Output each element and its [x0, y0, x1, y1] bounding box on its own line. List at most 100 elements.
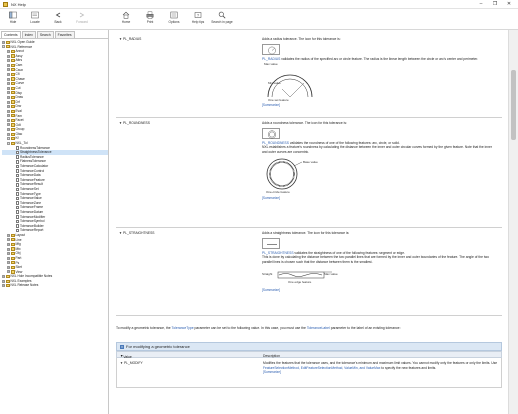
param-detail-link[interactable]: PL_RADIUS — [262, 57, 280, 61]
param-name: ▼PL_RADIUS — [119, 37, 141, 41]
tab-contents[interactable]: Contents — [1, 31, 21, 38]
help-tips-button[interactable]: ? Help tips — [187, 10, 209, 29]
roundness-tolerance-icon — [262, 127, 280, 139]
page-icon — [16, 224, 19, 228]
expand-icon[interactable]: + — [7, 49, 10, 53]
expand-icon[interactable]: + — [7, 100, 10, 104]
summarize-link[interactable]: [Summarize] — [263, 370, 499, 375]
locate-label: Locate — [30, 20, 40, 24]
expand-icon[interactable]: + — [7, 242, 10, 246]
param-detail-link[interactable]: PL_ROUNDNESS — [262, 141, 289, 145]
straightness-figure: Straight Max value One edge feature — [262, 266, 498, 288]
collapse-icon[interactable]: - — [7, 137, 10, 141]
book-icon — [11, 252, 15, 256]
close-button[interactable]: ✕ — [502, 0, 516, 9]
expand-icon[interactable]: + — [7, 252, 10, 256]
param-description: Adds a straightness tolerance. The icon … — [262, 231, 498, 293]
expand-icon[interactable]: + — [2, 40, 5, 44]
book-icon — [11, 247, 15, 251]
collapse-icon[interactable]: ▾ — [120, 345, 124, 349]
param-name: ▼PL_ROUNDNESS — [119, 121, 150, 125]
triangle-right-icon: ▼ — [120, 361, 123, 365]
expand-icon[interactable]: + — [7, 128, 10, 132]
tab-search[interactable]: Search — [36, 31, 54, 38]
expand-icon[interactable]: + — [7, 132, 10, 136]
back-icon — [55, 12, 61, 18]
tolerance-label-link[interactable]: ToleranceLabel — [307, 326, 330, 330]
expand-icon[interactable]: + — [7, 105, 10, 109]
param-detail-2: This is done by calculating the distance… — [262, 255, 490, 264]
tab-favorites[interactable]: Favorites — [54, 31, 75, 38]
expand-icon[interactable]: + — [7, 59, 10, 63]
page-icon — [16, 146, 19, 150]
collapse-icon[interactable]: - — [2, 45, 5, 49]
options-button[interactable]: Options — [163, 10, 185, 29]
home-icon — [122, 11, 130, 19]
book-icon — [11, 63, 15, 67]
expand-icon[interactable]: + — [7, 265, 10, 269]
straightness-tolerance-icon — [262, 237, 280, 249]
book-icon — [11, 77, 15, 81]
page-icon — [16, 173, 19, 178]
expand-icon[interactable]: + — [7, 233, 10, 237]
expand-icon[interactable]: + — [7, 54, 10, 58]
param-detail-text: validates the straightness of one of the… — [293, 250, 405, 255]
summarize-link[interactable]: [Summarize] — [262, 196, 498, 201]
expand-icon[interactable]: + — [7, 72, 10, 76]
expand-icon[interactable]: + — [7, 82, 10, 86]
expand-icon[interactable]: + — [7, 91, 10, 95]
expand-icon[interactable]: + — [7, 63, 10, 67]
book-icon — [11, 82, 15, 86]
maximize-button[interactable]: ❐ — [488, 0, 502, 9]
paragraph-text: parameter can be set to the following va… — [193, 326, 307, 330]
forward-button[interactable]: Forward — [71, 10, 93, 29]
table-header: ▼ Value Description — [116, 351, 502, 359]
expand-icon[interactable]: + — [2, 275, 5, 279]
straight-label: Straight — [262, 272, 273, 277]
expand-icon[interactable]: + — [7, 238, 10, 242]
tab-index[interactable]: Index — [21, 31, 36, 38]
expand-icon[interactable]: + — [7, 247, 10, 251]
back-button[interactable]: Back — [47, 10, 69, 29]
expand-icon[interactable]: + — [2, 279, 5, 283]
collapse-icon[interactable]: - — [7, 141, 10, 145]
section-heading-text: For modifying a geometric tolerance — [126, 344, 190, 349]
tolerance-type-link[interactable]: ToleranceType — [172, 326, 194, 330]
book-icon — [11, 86, 15, 90]
section-heading[interactable]: ▾ For modifying a geometric tolerance — [116, 342, 502, 351]
expand-icon[interactable]: + — [7, 114, 10, 118]
expand-icon[interactable]: + — [7, 95, 10, 99]
hide-button[interactable]: Hide — [2, 10, 24, 29]
expand-icon[interactable]: + — [7, 261, 10, 265]
expand-icon[interactable]: + — [2, 284, 5, 288]
summarize-link[interactable]: [Summarize] — [262, 288, 498, 293]
book-icon — [11, 137, 15, 141]
minimize-button[interactable]: – — [474, 0, 488, 9]
edge-feature-label: One edge feature — [288, 280, 312, 285]
search-in-page-button[interactable]: Search in page — [211, 10, 233, 29]
param-name: ▼PL_STRAIGHTNESS — [119, 231, 155, 235]
print-button[interactable]: Print — [139, 10, 161, 29]
param-detail-link[interactable]: PL_STRAIGHTNESS — [262, 251, 294, 255]
expand-icon[interactable]: + — [7, 270, 10, 274]
param-description: Adds a radius tolerance. The icon for th… — [262, 37, 498, 108]
expand-icon[interactable]: + — [7, 109, 10, 113]
locate-button[interactable]: Locate — [24, 10, 46, 29]
expand-icon[interactable]: + — [7, 123, 10, 127]
expand-icon[interactable]: + — [7, 77, 10, 81]
description-column-header: Description — [263, 353, 280, 358]
param-detail-text: Modifies the features that the tolerance… — [263, 361, 498, 365]
home-button[interactable]: Home — [115, 10, 137, 29]
expand-icon[interactable]: + — [7, 256, 10, 260]
param-detail-link[interactable]: FeatureSelectionMethod, EditFeatureSelec… — [263, 366, 380, 370]
param-detail-text: validates the radius of the specified ar… — [280, 56, 479, 61]
vertical-scrollbar[interactable] — [508, 30, 518, 414]
summarize-link[interactable]: [Summarize] — [262, 103, 498, 108]
paragraph-text: To modify a geometric tolerance, the — [116, 326, 172, 330]
scrollbar-thumb[interactable] — [511, 70, 516, 140]
tree-item[interactable]: + NXL Release Notes — [2, 283, 108, 288]
radius-tolerance-icon — [262, 43, 280, 55]
expand-icon[interactable]: + — [7, 118, 10, 122]
expand-icon[interactable]: + — [7, 86, 10, 90]
expand-icon[interactable]: + — [7, 68, 10, 72]
